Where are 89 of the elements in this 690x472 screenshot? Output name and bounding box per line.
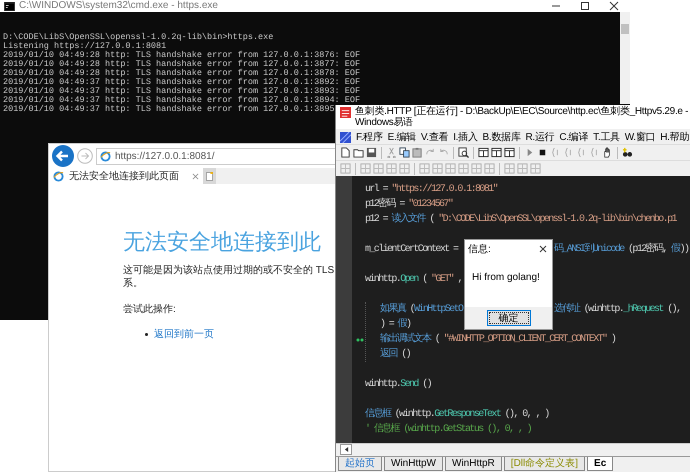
back-link[interactable]: 返回到前一页 — [154, 327, 214, 341]
code-line: url = "https://127.0.0.1:8081" — [365, 184, 498, 195]
code-fragment: 码_ANSI到Unicode (p12密码, 假)) — [554, 242, 688, 257]
copy-icon[interactable] — [399, 147, 410, 158]
ok-button[interactable]: 确定 — [486, 310, 530, 326]
folder-icon[interactable] — [353, 147, 364, 158]
window-icon[interactable] — [478, 147, 489, 158]
code-line: p12 = 读入文件 ( "D:\CODE\LibS\OpenSSL\openssl-1.0.2q-lib\bin\chenbo.p1 — [365, 214, 676, 225]
grid-icon[interactable] — [484, 163, 495, 174]
grid-icon[interactable] — [399, 163, 410, 174]
menu-item[interactable]: T.工具 — [593, 130, 620, 144]
page-icon[interactable] — [340, 147, 351, 158]
menu-item[interactable]: E.编辑 — [388, 130, 416, 144]
clipboard-icon[interactable] — [412, 147, 423, 158]
grid-icon[interactable] — [373, 163, 384, 174]
code-line: winhttp.Send () — [365, 379, 432, 390]
editor-tab[interactable]: WinHttpW — [384, 457, 443, 471]
console-line: 2019/01/10 04:49:37 http: TLS handshake error from 127.0.0.1:3894: EOF — [3, 96, 360, 105]
stop-icon[interactable] — [537, 147, 548, 158]
menu-item[interactable]: C.编译 — [559, 130, 588, 144]
grid-icon[interactable] — [517, 163, 528, 174]
dialog-message: Hi from golang! — [472, 272, 540, 283]
scrollbar[interactable] — [620, 12, 630, 104]
window-title: C:\WINDOWS\system32\cmd.exe - https.exe — [19, 0, 218, 12]
code-line: winhttp.Open ( "GET" , — [365, 274, 462, 285]
menu-item[interactable]: W.窗口 — [624, 130, 656, 144]
new-tab-button[interactable] — [203, 168, 216, 184]
code-fragment: 选传址 (winhttp._hRequest (), — [554, 302, 680, 317]
code-line: p12密码 = "01234567" — [365, 199, 452, 210]
console-line: 2019/01/10 04:49:37 http: TLS handshake error from 127.0.0.1:3893: EOF — [3, 87, 360, 96]
menu-item[interactable]: V.查看 — [420, 130, 448, 144]
code-line: 返回 () — [380, 349, 410, 360]
left-arrow-icon — [344, 447, 348, 452]
grid-icon[interactable] — [386, 163, 397, 174]
menu-item[interactable]: I.插入 — [453, 130, 478, 144]
window-title: 鱼刺类.HTTP [正在运行] - D:\BackUp\E\EC\Source\http.ec\鱼刺类_Httpv5.29.e - Windows易语 — [355, 106, 689, 128]
code-line: 信息框 (winhttp.GetResponseText (), 0, , ) — [365, 409, 549, 420]
grid-icon[interactable] — [504, 163, 515, 174]
grid-icon[interactable] — [360, 163, 371, 174]
bracket-icon[interactable] — [576, 147, 587, 158]
forward-button[interactable] — [77, 148, 93, 164]
error-heading: 无法安全地连接到此 — [123, 228, 322, 256]
window-icon[interactable] — [504, 147, 515, 158]
explanation-text: 系。 — [123, 277, 144, 290]
editor-tab[interactable]: WinHttpR — [445, 457, 502, 471]
menu-item[interactable]: H.帮助 — [660, 130, 689, 144]
binoculars-icon[interactable] — [622, 147, 633, 158]
browser-tab[interactable]: 无法安全地连接到此页面 — [49, 168, 203, 184]
magnifier-icon[interactable] — [458, 147, 469, 158]
console-line: Listening https://127.0.0.1:8081 — [3, 42, 166, 51]
code-line: m_clientCertContext = — [365, 244, 458, 255]
menu-item[interactable]: R.运行 — [526, 130, 554, 144]
menu-item[interactable]: F.程序 — [356, 130, 383, 144]
grid-icon[interactable] — [419, 163, 430, 174]
menu-item[interactable]: B.数据库 — [482, 130, 520, 144]
globe-icon — [53, 170, 64, 182]
dialog-title: 信息: — [468, 242, 491, 256]
console-line: D:\CODE\LibS\OpenSSL\openssl-1.0.2q-lib\bin>https.exe — [3, 33, 274, 42]
bullet-dot — [145, 332, 148, 336]
code-line: 输出调试文本 ( "#WINHTTP_OPTION_CLIENT_CERT_CONTEXT" ) — [380, 334, 616, 345]
back-button[interactable] — [52, 145, 74, 167]
globe-icon — [100, 150, 111, 162]
maximize-icon[interactable] — [580, 1, 590, 11]
console-line: 2019/01/10 04:49:37 http: TLS handshake error from 127.0.0.1:3892: EOF — [3, 78, 360, 87]
grid-icon[interactable] — [340, 163, 351, 174]
editor-tab[interactable]: 起始页 — [338, 457, 382, 471]
console-line: 2019/01/10 04:49:37 http: TLS handshake error from 127.0.0.1:3895 — [3, 105, 335, 114]
explanation-text: 这可能是因为该站点使用过期的或不安全的 TLS — [123, 264, 336, 277]
suggestion-label: 尝试此操作: — [123, 303, 177, 316]
scroll-left-button[interactable] — [340, 444, 352, 455]
grid-icon[interactable] — [445, 163, 456, 174]
bracket-icon[interactable] — [563, 147, 574, 158]
console-line: 2019/01/10 04:49:28 http: TLS handshake error from 127.0.0.1:3876: EOF — [3, 51, 360, 60]
console-line: 2019/01/10 04:49:28 http: TLS handshake error from 127.0.0.1:3877: EOF — [3, 60, 360, 69]
page-icon — [206, 172, 213, 180]
code-line: ) = 假) — [380, 319, 410, 330]
console-line: 2019/01/10 04:49:28 http: TLS handshake error from 127.0.0.1:3878: EOF — [3, 69, 360, 78]
close-icon[interactable] — [609, 1, 619, 11]
grid-icon[interactable] — [471, 163, 482, 174]
grid-icon[interactable] — [530, 163, 541, 174]
editor-tab[interactable]: Ec — [587, 457, 614, 471]
grid-icon[interactable] — [458, 163, 469, 174]
tab-title: 无法安全地连接到此页面 — [69, 170, 179, 183]
grid-icon[interactable] — [432, 163, 443, 174]
code-line: 如果真 (WinHttpSetO — [380, 304, 462, 315]
code-line: ' 信息框 (winhttp.GetStatus (), 0, , ) — [365, 424, 532, 435]
window-icon[interactable] — [491, 147, 502, 158]
stripes-icon — [340, 132, 351, 142]
close-icon[interactable] — [539, 245, 547, 253]
